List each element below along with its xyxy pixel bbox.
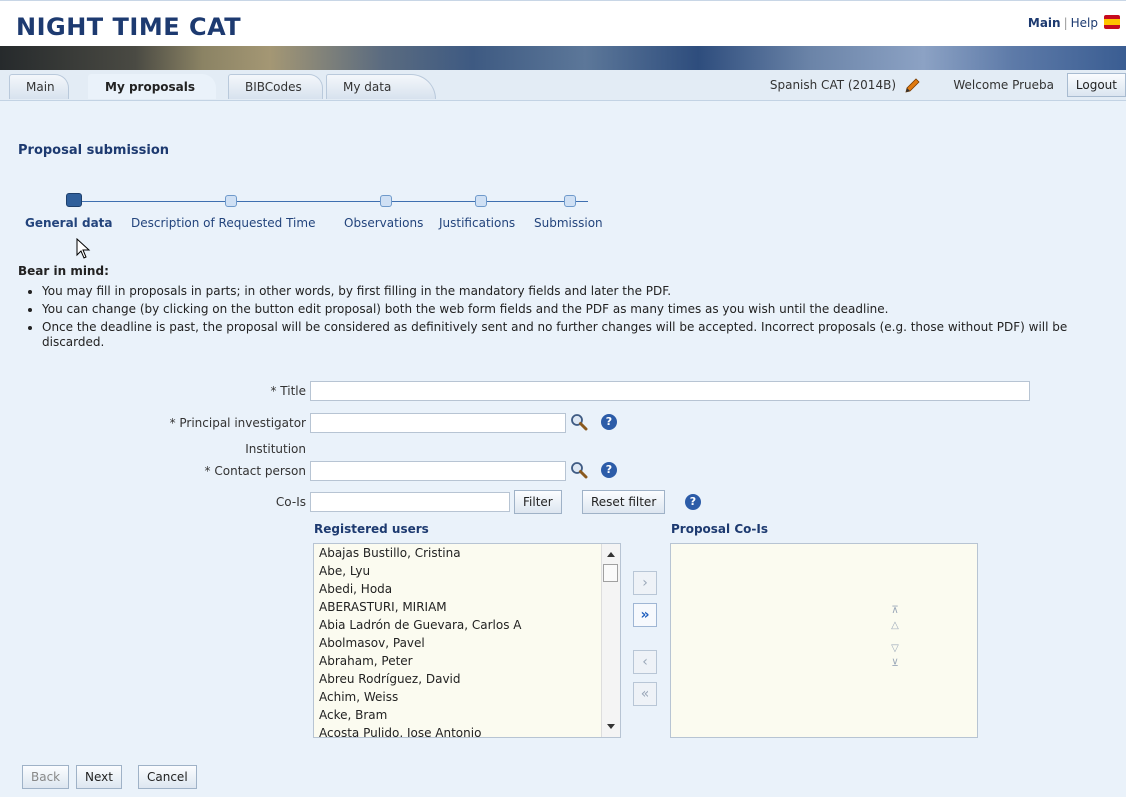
title-input[interactable] [310, 381, 1030, 401]
list-item[interactable]: Abreu Rodríguez, David [314, 670, 620, 688]
principal-investigator-input[interactable] [310, 413, 566, 433]
registered-users-scrollbar[interactable] [601, 544, 620, 737]
step-observations[interactable]: Observations [344, 216, 423, 230]
list-item[interactable]: Acosta Pulido, Jose Antonio [314, 724, 620, 737]
co-is-label: Co-Is [275, 495, 306, 509]
list-item[interactable]: Abolmasov, Pavel [314, 634, 620, 652]
institution-label: Institution [245, 442, 306, 456]
search-contact-icon[interactable] [570, 461, 588, 479]
list-item[interactable]: Abraham, Peter [314, 652, 620, 670]
reset-filter-button[interactable]: Reset filter [582, 490, 666, 514]
list-item: You can change (by clicking on the butto… [42, 302, 1122, 317]
next-button[interactable]: Next [76, 765, 122, 789]
title-label: * Title [270, 384, 306, 398]
semester-label: Spanish CAT (2014B) [769, 78, 896, 92]
help-contact-icon[interactable]: ? [601, 462, 617, 478]
header-banner-image [0, 46, 1126, 70]
filter-button[interactable]: Filter [514, 490, 562, 514]
move-to-top-icon[interactable]: ⊼ [888, 605, 902, 617]
contact-person-input[interactable] [310, 461, 566, 481]
list-item[interactable]: Achim, Weiss [314, 688, 620, 706]
list-item[interactable]: Abe, Lyu [314, 562, 620, 580]
bear-in-mind-title: Bear in mind: [18, 264, 109, 278]
tab-my-data[interactable]: My data [326, 74, 436, 99]
step-submission[interactable]: Submission [534, 216, 603, 230]
tab-my-proposals[interactable]: My proposals [88, 74, 216, 99]
welcome-label: Welcome Prueba [953, 78, 1054, 92]
scroll-thumb[interactable] [603, 564, 618, 582]
contact-person-label: * Contact person [204, 464, 306, 478]
list-item[interactable]: Abedi, Hoda [314, 580, 620, 598]
step-node-description[interactable] [225, 195, 237, 207]
logout-button[interactable]: Logout [1066, 73, 1126, 97]
step-description-requested-time[interactable]: Description of Requested Time [131, 216, 315, 230]
cancel-button[interactable]: Cancel [138, 765, 197, 789]
tab-main[interactable]: Main [9, 74, 69, 99]
move-up-icon[interactable]: △ [888, 620, 902, 632]
registered-users-title: Registered users [314, 522, 429, 536]
step-node-observations[interactable] [380, 195, 392, 207]
wizard-stepper: General data Description of Requested Ti… [18, 193, 638, 233]
remove-all-button[interactable]: « [633, 682, 657, 706]
list-item[interactable]: Acke, Bram [314, 706, 620, 724]
link-separator: | [1063, 16, 1068, 30]
step-justifications[interactable]: Justifications [439, 216, 515, 230]
scroll-up-arrow-icon[interactable] [607, 552, 615, 557]
move-to-bottom-icon[interactable]: ⊻ [888, 658, 902, 670]
stepper-line [78, 201, 588, 202]
step-node-submission[interactable] [564, 195, 576, 207]
co-is-filter-input[interactable] [310, 492, 510, 512]
list-item[interactable]: Abajas Bustillo, Cristina [314, 544, 620, 562]
list-item: You may fill in proposals in parts; in o… [42, 284, 1122, 299]
search-pi-icon[interactable] [570, 413, 588, 431]
add-all-button[interactable]: » [633, 603, 657, 627]
move-down-icon[interactable]: ▽ [888, 643, 902, 655]
bear-in-mind-list: You may fill in proposals in parts; in o… [28, 284, 1122, 353]
back-button[interactable]: Back [22, 765, 70, 789]
list-item[interactable]: Abia Ladrón de Guevara, Carlos A [314, 616, 620, 634]
page-title: Proposal submission [18, 143, 170, 158]
tab-bibcodes[interactable]: BIBCodes [228, 74, 323, 99]
list-item[interactable]: ABERASTURI, MIRIAM [314, 598, 620, 616]
app-title: NIGHT TIME CAT [16, 13, 242, 41]
spain-flag-icon[interactable] [1104, 15, 1120, 29]
step-node-justifications[interactable] [475, 195, 487, 207]
step-node-general-data[interactable] [66, 193, 82, 207]
add-selected-button[interactable]: › [633, 571, 657, 595]
main-link[interactable]: Main [1028, 16, 1061, 30]
pencil-icon[interactable] [903, 78, 921, 94]
scroll-down-arrow-icon[interactable] [607, 724, 615, 729]
principal-investigator-label: * Principal investigator [169, 416, 306, 430]
help-pi-icon[interactable]: ? [601, 414, 617, 430]
step-general-data[interactable]: General data [25, 216, 113, 230]
list-item: Once the deadline is past, the proposal … [42, 320, 1122, 350]
mouse-pointer-icon [76, 238, 91, 259]
remove-selected-button[interactable]: ‹ [633, 650, 657, 674]
app-header: NIGHT TIME CAT Main | Help [0, 0, 1126, 47]
tab-bar: Main BIBCodes My data My proposals Spani… [0, 70, 1126, 101]
top-links: Main | Help [1028, 15, 1120, 30]
proposal-co-is-list[interactable] [670, 543, 978, 738]
help-link[interactable]: Help [1071, 16, 1098, 30]
help-co-is-icon[interactable]: ? [685, 494, 701, 510]
registered-users-list[interactable]: Abajas Bustillo, Cristina Abe, Lyu Abedi… [313, 543, 621, 738]
proposal-co-is-title: Proposal Co-Is [671, 522, 768, 536]
